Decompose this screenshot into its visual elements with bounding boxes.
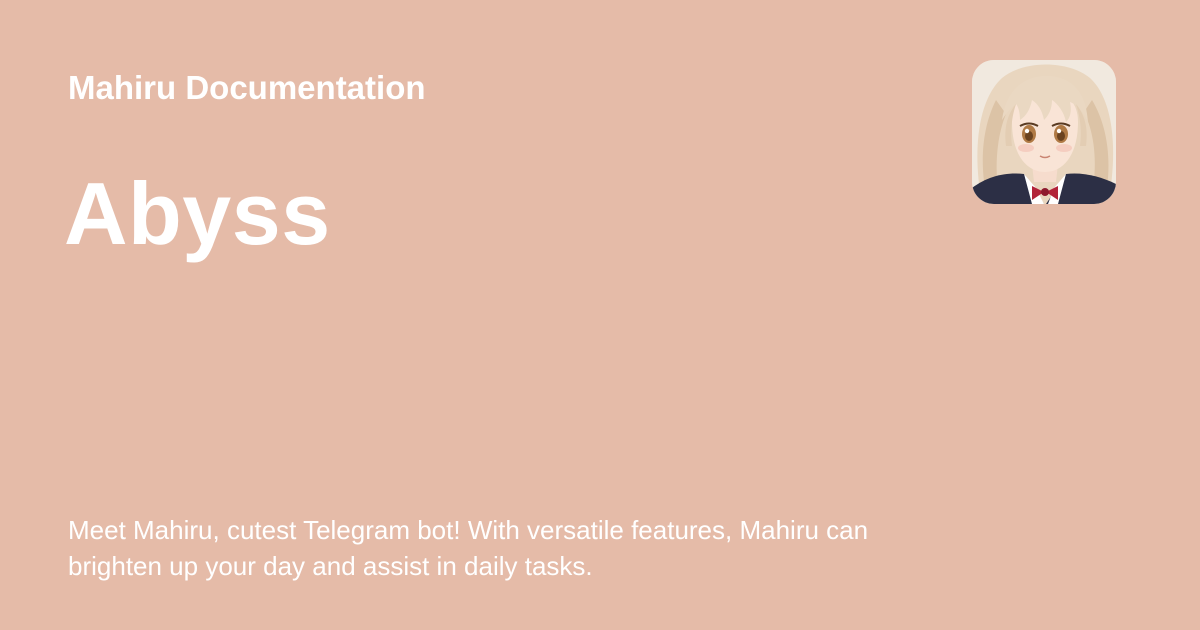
page-description: Meet Mahiru, cutest Telegram bot! With v…	[68, 515, 869, 581]
logo	[972, 60, 1116, 204]
site-name: Mahiru Documentation	[68, 69, 426, 106]
page-title: Abyss	[64, 164, 331, 263]
anime-girl-avatar-icon	[972, 60, 1116, 204]
